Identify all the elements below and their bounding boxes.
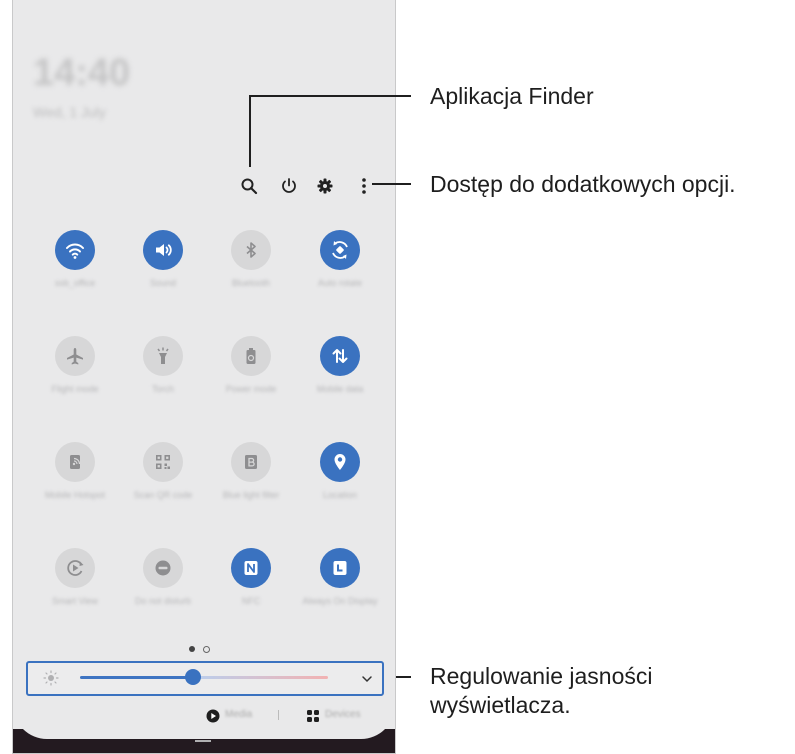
tile-label: Power mode [225,384,277,394]
tile-always-on-display[interactable]: Always On Display [295,548,385,607]
tile-scan-qr[interactable]: Scan QR code [118,442,208,501]
tile-label: NFC [241,596,261,606]
sound-icon [143,230,183,270]
tile-power-mode[interactable]: Power mode [206,336,296,395]
page-indicator [189,646,219,654]
media-play-icon[interactable] [206,709,220,728]
callout-brightness-1: Regulowanie jasności [430,663,653,689]
tile-bluetooth[interactable]: Bluetooth [206,230,296,289]
tile-do-not-disturb[interactable]: Do not disturb [118,548,208,607]
more-options-icon[interactable] [352,174,376,198]
tile-label: Mobile data [316,384,364,394]
tile-mobile-hotspot[interactable]: Mobile Hotspot [30,442,120,501]
quick-panel: 14:40 Wed, 1 July ssb_office Sound Bluet… [12,0,396,754]
callout-finder: Aplikacja Finder [430,83,594,109]
tile-label: Smart View [52,596,98,606]
search-icon[interactable] [237,174,261,198]
callout-more-options: Dostęp do dodatkowych opcji. [430,171,736,197]
tile-flight-mode[interactable]: Flight mode [30,336,120,395]
tile-smart-view[interactable]: Smart View [30,548,120,607]
brightness-track[interactable] [192,676,328,679]
tile-label: Bluetooth [231,278,271,288]
power-mode-icon [231,336,271,376]
lockscreen-clock: 14:40 [33,52,131,94]
tile-label: Torch [151,384,174,394]
options-leader [372,183,411,185]
tile-label: Mobile Hotspot [44,490,106,500]
wifi-icon [55,230,95,270]
row-divider [278,710,279,720]
qr-code-icon [143,442,183,482]
airplane-icon [55,336,95,376]
tile-label: Flight mode [51,384,99,394]
tile-label: ssb_office [54,278,96,288]
brightness-leader [396,676,411,678]
brightness-track-fill [80,676,193,679]
callout-brightness-2: wyświetlacza. [430,692,571,718]
auto-rotate-icon [320,230,360,270]
tile-label: Scan QR code [133,490,193,500]
tile-label: Blue light filter [222,490,280,500]
finder-leader-horizontal [249,95,411,97]
tile-wifi[interactable]: ssb_office [30,230,120,289]
finder-leader-vertical [249,97,251,167]
tile-label: Always On Display [302,596,378,606]
tile-label: Location [322,490,358,500]
dnd-icon [143,548,183,588]
page-dot-active[interactable] [189,646,195,652]
tile-blue-light[interactable]: Blue light filter [206,442,296,501]
smart-view-icon [55,548,95,588]
tile-label: Do not disturb [134,596,192,606]
aod-icon [320,548,360,588]
nfc-icon [231,548,271,588]
location-icon [320,442,360,482]
brightness-slider-panel [26,661,384,696]
hotspot-icon [55,442,95,482]
top-icons-bar [13,174,395,198]
torch-icon [143,336,183,376]
tile-nfc[interactable]: NFC [206,548,296,607]
media-label[interactable]: Media [225,709,252,720]
devices-grid-icon[interactable] [306,709,320,728]
media-devices-row: Media Devices [13,706,395,726]
lockscreen-date: Wed, 1 July [33,104,106,120]
tile-label: Auto rotate [317,278,363,288]
bluetooth-icon [231,230,271,270]
gear-icon[interactable] [313,174,337,198]
blue-light-icon [231,442,271,482]
tile-label: Sound [149,278,177,288]
tile-mobile-data[interactable]: Mobile data [295,336,385,395]
page-dot-inactive[interactable] [203,646,210,653]
chevron-down-icon[interactable] [361,672,373,690]
devices-label[interactable]: Devices [325,709,361,720]
tile-auto-rotate[interactable]: Auto rotate [295,230,385,289]
panel-handle[interactable] [195,740,211,742]
brightness-thumb[interactable] [184,669,201,685]
power-icon[interactable] [277,174,301,198]
tile-sound[interactable]: Sound [118,230,208,289]
brightness-sun-icon [43,670,59,691]
tile-torch[interactable]: Torch [118,336,208,395]
tile-location[interactable]: Location [295,442,385,501]
mobile-data-icon [320,336,360,376]
